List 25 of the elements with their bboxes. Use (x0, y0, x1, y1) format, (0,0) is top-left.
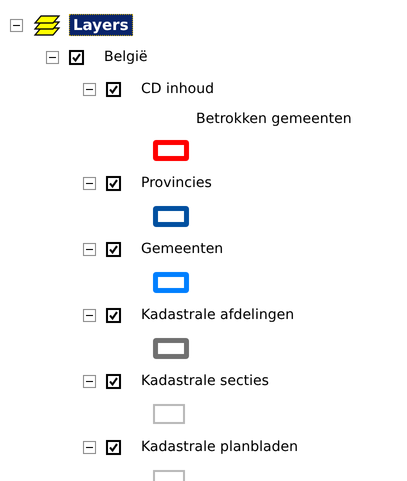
checkbox[interactable] (106, 242, 121, 256)
layer-label[interactable]: Kadastrale planbladen (141, 439, 298, 455)
layer-label[interactable]: Kadastrale secties (141, 373, 269, 389)
collapse-icon[interactable] (83, 374, 96, 388)
layers-icon (33, 13, 61, 37)
layer-label[interactable]: België (104, 49, 148, 65)
checkbox[interactable] (106, 82, 121, 96)
layer-label[interactable]: CD inhoud (141, 81, 214, 97)
root-label[interactable]: Layers (69, 14, 132, 36)
checkbox[interactable] (69, 50, 84, 64)
checkbox[interactable] (106, 308, 121, 322)
collapse-icon[interactable] (83, 82, 96, 96)
checkbox[interactable] (106, 440, 121, 454)
collapse-icon[interactable] (83, 440, 96, 454)
collapse-icon[interactable] (10, 18, 23, 32)
legend-label: Betrokken gemeenten (196, 111, 352, 127)
layer-label[interactable]: Gemeenten (141, 241, 224, 257)
collapse-icon[interactable] (83, 242, 96, 256)
collapse-icon[interactable] (46, 50, 59, 64)
layer-label[interactable]: Kadastrale afdelingen (141, 307, 294, 323)
collapse-icon[interactable] (83, 176, 96, 190)
layer-label[interactable]: Provincies (141, 175, 212, 191)
checkbox[interactable] (106, 374, 121, 388)
collapse-icon[interactable] (83, 308, 96, 322)
checkbox[interactable] (106, 176, 121, 190)
